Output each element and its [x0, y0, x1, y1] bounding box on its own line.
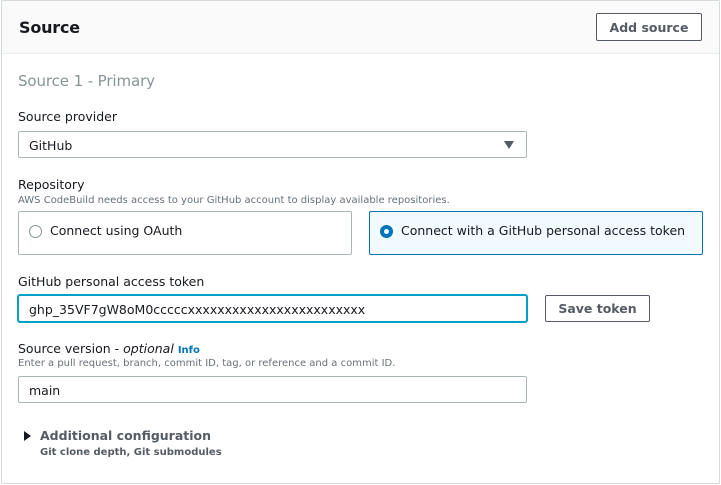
- source-provider-label: Source provider: [18, 109, 117, 124]
- caret-right-icon: [24, 431, 31, 441]
- source-version-hint: Enter a pull request, branch, commit ID,…: [18, 358, 396, 369]
- caret-down-icon: [504, 141, 514, 149]
- radio-label-access-token: Connect with a GitHub personal access to…: [401, 223, 686, 238]
- radio-tile-access-token[interactable]: Connect with a GitHub personal access to…: [369, 211, 703, 255]
- additional-configuration-subtitle: Git clone depth, Git submodules: [40, 447, 222, 458]
- save-token-button[interactable]: Save token: [545, 295, 650, 322]
- source-provider-value: GitHub: [29, 138, 73, 153]
- add-source-button[interactable]: Add source: [596, 13, 702, 41]
- info-link[interactable]: Info: [178, 345, 200, 356]
- source-version-label-text: Source version -: [18, 341, 124, 356]
- source-version-input[interactable]: main: [18, 376, 527, 403]
- source-provider-select[interactable]: GitHub: [18, 131, 527, 158]
- token-value: ghp_35VF7gW8oM0cccccxxxxxxxxxxxxxxxxxxxx…: [29, 302, 366, 317]
- source-version-label: Source version - optional Info: [18, 341, 200, 356]
- radio-tile-oauth[interactable]: Connect using OAuth: [18, 211, 352, 255]
- radio-checked-icon[interactable]: [380, 225, 393, 238]
- optional-text: optional: [123, 341, 174, 356]
- repository-label: Repository: [18, 177, 85, 192]
- panel-title: Source: [19, 18, 80, 37]
- radio-label-oauth: Connect using OAuth: [50, 223, 183, 238]
- repository-hint: AWS CodeBuild needs access to your GitHu…: [18, 195, 450, 206]
- additional-configuration-label: Additional configuration: [40, 428, 212, 443]
- section-title: Source 1 - Primary: [18, 72, 155, 90]
- source-version-value: main: [29, 383, 61, 398]
- token-label: GitHub personal access token: [18, 274, 205, 289]
- radio-unchecked-icon[interactable]: [29, 225, 42, 238]
- token-input[interactable]: ghp_35VF7gW8oM0cccccxxxxxxxxxxxxxxxxxxxx…: [18, 295, 527, 322]
